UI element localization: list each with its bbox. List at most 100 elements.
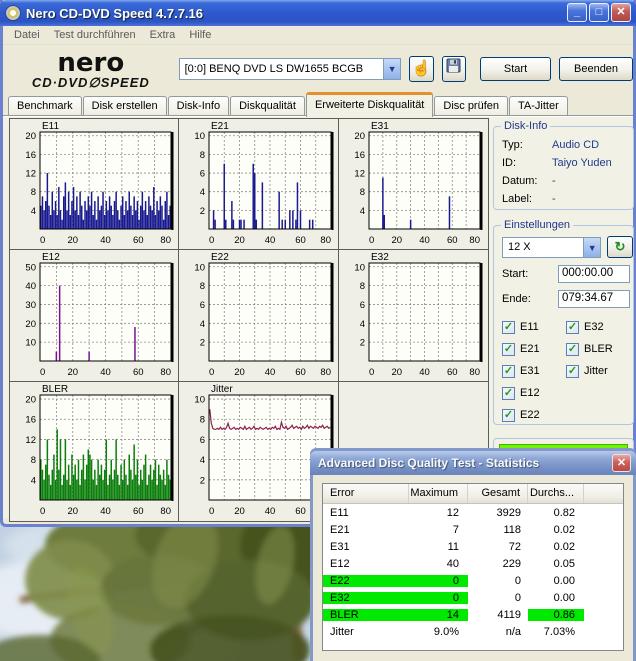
speed-select[interactable]: 12 X ▼: [502, 237, 601, 258]
table-row-e12[interactable]: E12402290.05: [323, 555, 623, 572]
svg-text:80: 80: [160, 506, 171, 517]
svg-text:60: 60: [295, 235, 306, 246]
title-bar[interactable]: Nero CD-DVD Speed 4.7.7.16 _ □ ✕: [0, 0, 636, 26]
checkbox-e21[interactable]: ✓: [502, 343, 515, 356]
svg-text:10: 10: [25, 338, 36, 349]
svg-text:6: 6: [360, 300, 365, 311]
checkbox-bler[interactable]: ✓: [566, 343, 579, 356]
svg-text:6: 6: [200, 300, 205, 311]
tab-ta-jitter[interactable]: TA-Jitter: [509, 96, 568, 116]
disk-date-value: -: [552, 175, 556, 187]
save-button[interactable]: [442, 56, 466, 82]
maximize-button[interactable]: □: [589, 3, 609, 22]
start-position-field[interactable]: 000:00.00: [558, 265, 630, 283]
drive-select[interactable]: [0:0] BENQ DVD LS DW1655 BCGB ▼: [179, 58, 402, 80]
tab-benchmark[interactable]: Benchmark: [8, 96, 82, 116]
checkbox-jitter[interactable]: ✓: [566, 365, 579, 378]
disk-info-title: Disk-Info: [501, 120, 550, 132]
tab-diskqualitaet[interactable]: Diskqualität: [230, 96, 305, 116]
svg-text:16: 16: [25, 415, 36, 426]
svg-text:0: 0: [40, 367, 45, 378]
checkbox-e12[interactable]: ✓: [502, 387, 515, 400]
table-row-e22[interactable]: E22000.00: [323, 572, 623, 589]
svg-text:20: 20: [391, 367, 402, 378]
svg-text:10: 10: [354, 262, 365, 273]
floppy-disk-icon: [446, 58, 461, 73]
tab-disc-pruefen[interactable]: Disc prüfen: [434, 96, 508, 116]
svg-text:60: 60: [447, 367, 458, 378]
column-error[interactable]: Error: [323, 484, 409, 503]
menu-bar: Datei Test durchführen Extra Hilfe: [3, 26, 633, 45]
tab-disk-erstellen[interactable]: Disk erstellen: [83, 96, 167, 116]
start-position-label: Start:: [502, 268, 558, 280]
table-row-e11[interactable]: E111239290.82: [323, 504, 623, 521]
svg-text:E22: E22: [211, 252, 229, 263]
counter-button[interactable]: ☝: [409, 56, 433, 82]
svg-text:4: 4: [31, 206, 36, 217]
refresh-speed-button[interactable]: ↻: [607, 236, 633, 258]
table-row-e32[interactable]: E32000.00: [323, 589, 623, 606]
chart-bler: 48121620020406080BLER: [10, 382, 179, 521]
svg-text:0: 0: [40, 506, 45, 517]
svg-text:E11: E11: [42, 121, 59, 132]
menu-hilfe[interactable]: Hilfe: [182, 27, 218, 43]
chart-e11: 48121620020406080E11: [10, 119, 179, 250]
table-row-e21[interactable]: E2171180.02: [323, 521, 623, 538]
svg-text:80: 80: [320, 367, 331, 378]
table-row-jitter[interactable]: Jitter9.0%n/a7.03%: [323, 623, 623, 640]
checkbox-e32[interactable]: ✓: [566, 321, 579, 334]
tab-disk-info[interactable]: Disk-Info: [168, 96, 229, 116]
close-button[interactable]: ✕: [611, 3, 631, 22]
checkbox-e22[interactable]: ✓: [502, 409, 515, 422]
checkbox-e11[interactable]: ✓: [502, 321, 515, 334]
table-row-bler[interactable]: BLER1441190.86: [323, 606, 623, 623]
tab-erweiterte-diskqualitaet[interactable]: Erweiterte Diskqualität: [306, 92, 433, 117]
svg-text:40: 40: [419, 367, 430, 378]
disk-type-label: Typ:: [502, 139, 552, 151]
menu-extra[interactable]: Extra: [143, 27, 183, 43]
refresh-icon: ↻: [615, 239, 626, 254]
statistics-table: Error Maximum Gesamt Durchs... E11123929…: [322, 483, 624, 651]
svg-text:40: 40: [25, 281, 36, 292]
speed-select-value: 12 X: [503, 241, 583, 253]
check-icon: ✓: [568, 365, 577, 377]
menu-datei[interactable]: Datei: [7, 27, 47, 43]
svg-text:8: 8: [360, 187, 365, 198]
statistics-title-bar[interactable]: Advanced Disc Quality Test - Statistics …: [310, 451, 636, 475]
svg-text:0: 0: [369, 235, 374, 246]
svg-text:10: 10: [194, 131, 205, 142]
svg-text:20: 20: [234, 235, 245, 246]
drive-select-value: [0:0] BENQ DVD LS DW1655 BCGB: [180, 63, 384, 75]
svg-text:8: 8: [200, 150, 205, 161]
menu-test-durchfuehren[interactable]: Test durchführen: [47, 27, 143, 43]
svg-text:E21: E21: [211, 121, 229, 132]
chevron-down-icon[interactable]: ▼: [383, 59, 400, 79]
svg-text:40: 40: [100, 235, 111, 246]
disk-date-label: Datum:: [502, 175, 552, 187]
svg-text:30: 30: [25, 300, 36, 311]
column-durchschnitt[interactable]: Durchs...: [528, 484, 584, 503]
chevron-down-icon[interactable]: ▼: [583, 238, 600, 257]
table-row-e31[interactable]: E3111720.02: [323, 538, 623, 555]
column-gesamt[interactable]: Gesamt: [468, 484, 528, 503]
chart-e12: 1020304050020406080E12: [10, 250, 179, 382]
svg-text:2: 2: [200, 475, 205, 486]
svg-text:20: 20: [25, 395, 36, 406]
svg-text:20: 20: [234, 506, 245, 517]
checkbox-e31[interactable]: ✓: [502, 365, 515, 378]
cd-dvd-speed-logo-text: CD·DVD∅SPEED: [3, 76, 179, 89]
quit-button[interactable]: Beenden: [559, 57, 633, 81]
svg-text:20: 20: [25, 131, 36, 142]
svg-text:8: 8: [200, 415, 205, 426]
svg-text:2: 2: [360, 338, 365, 349]
settings-title: Einstellungen: [501, 219, 573, 231]
svg-text:20: 20: [391, 235, 402, 246]
start-button[interactable]: Start: [480, 57, 551, 81]
end-position-field[interactable]: 079:34.67: [558, 290, 630, 308]
svg-text:20: 20: [67, 506, 78, 517]
column-maximum[interactable]: Maximum: [409, 484, 468, 503]
svg-text:40: 40: [419, 235, 430, 246]
check-icon: ✓: [568, 343, 577, 355]
minimize-button[interactable]: _: [567, 3, 587, 22]
statistics-close-button[interactable]: ✕: [612, 454, 631, 472]
